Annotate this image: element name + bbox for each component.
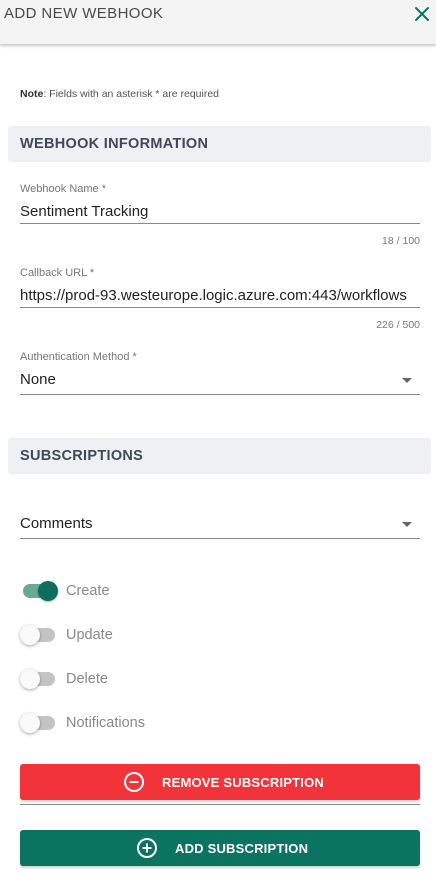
toggle-label: Update [66, 627, 113, 643]
toggle-row-create: Create [20, 579, 320, 603]
dialog-title: ADD NEW WEBHOOK [4, 5, 164, 22]
toggle-row-notifications: Notifications [20, 711, 320, 735]
toggle-label: Delete [66, 671, 108, 687]
dialog-header: ADD NEW WEBHOOK [0, 0, 436, 44]
note-label: Note [20, 88, 44, 100]
webhook-name-counter: 18 / 100 [382, 235, 420, 247]
auth-method-label: Authentication Method * [20, 351, 137, 363]
toggle-label: Notifications [66, 715, 145, 731]
notifications-toggle[interactable] [20, 711, 58, 735]
close-button[interactable] [411, 3, 433, 25]
caret-down-icon [402, 522, 412, 527]
section-title: WEBHOOK INFORMATION [20, 136, 209, 152]
callback-url-counter: 226 / 500 [376, 319, 420, 331]
toggle-row-delete: Delete [20, 667, 320, 691]
divider [20, 804, 420, 805]
add-subscription-label: ADD SUBSCRIPTION [175, 841, 309, 856]
toggle-row-update: Update [20, 623, 320, 647]
caret-down-icon [402, 378, 412, 383]
subscription-type-select[interactable]: Comments [20, 512, 420, 539]
subscription-type-value: Comments [20, 515, 93, 532]
plus-circle-icon [137, 838, 157, 858]
callback-url-input[interactable] [20, 283, 420, 308]
auth-method-value: None [20, 371, 56, 388]
webhook-name-input[interactable] [20, 199, 420, 224]
add-subscription-button[interactable]: ADD SUBSCRIPTION [20, 830, 420, 866]
webhook-information-section: WEBHOOK INFORMATION [8, 126, 431, 162]
remove-subscription-label: REMOVE SUBSCRIPTION [162, 775, 324, 790]
minus-circle-icon [124, 772, 144, 792]
toggle-label: Create [66, 583, 110, 599]
close-icon [415, 7, 429, 21]
webhook-name-label: Webhook Name * [20, 183, 107, 195]
required-note: Note: Fields with an asterisk * are requ… [20, 88, 219, 100]
create-toggle[interactable] [20, 579, 58, 603]
delete-toggle[interactable] [20, 667, 58, 691]
note-text: : Fields with an asterisk * are required [43, 88, 220, 100]
callback-url-label: Callback URL * [20, 267, 95, 279]
section-title: SUBSCRIPTIONS [20, 448, 144, 464]
remove-subscription-button[interactable]: REMOVE SUBSCRIPTION [20, 764, 420, 800]
auth-method-select[interactable]: None [20, 368, 420, 395]
update-toggle[interactable] [20, 623, 58, 647]
subscriptions-section: SUBSCRIPTIONS [8, 438, 431, 474]
